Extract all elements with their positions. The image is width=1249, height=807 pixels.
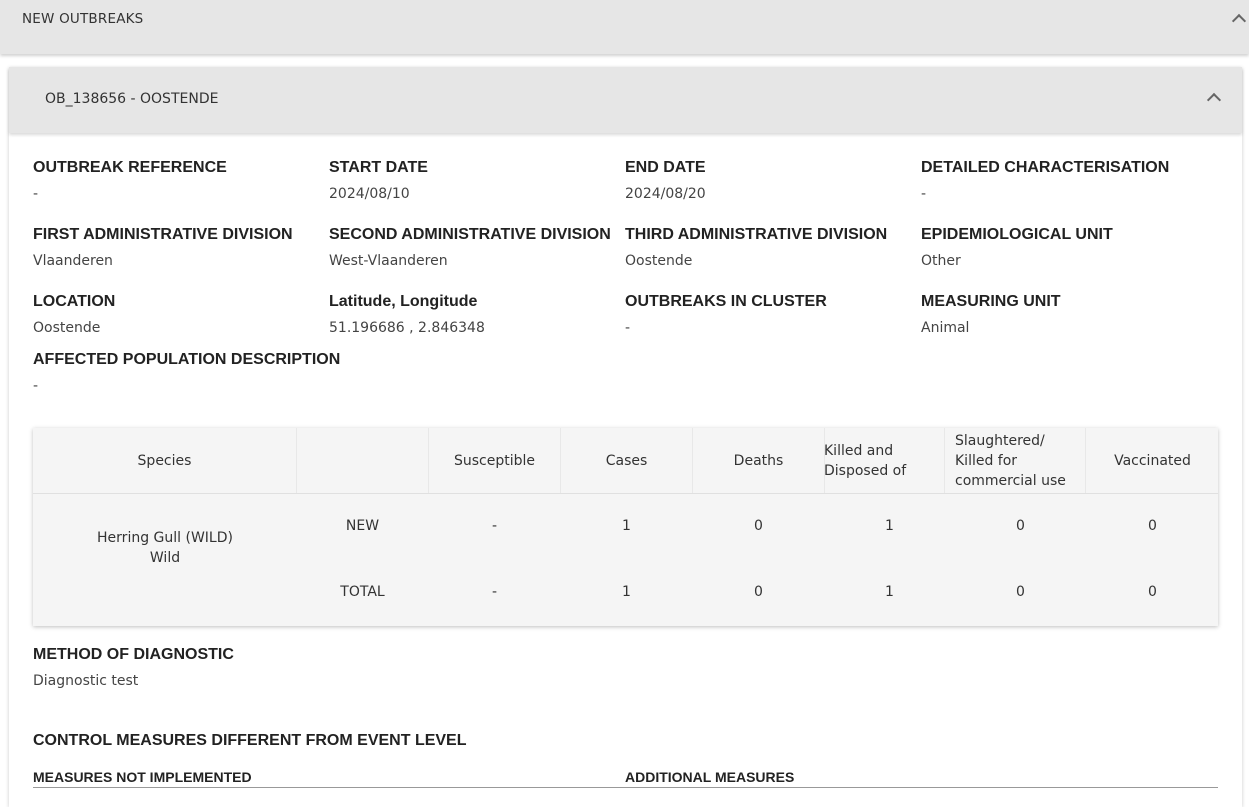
field-value: Vlaanderen [33,253,113,269]
field-first-admin-division: FIRST ADMINISTRATIVE DIVISION Vlaanderen [33,226,323,269]
cell-killed-disposed: 1 [885,584,894,600]
species-table: Species Susceptible Cases Deaths Killed … [33,428,1218,626]
field-label: FIRST ADMINISTRATIVE DIVISION [33,226,293,243]
field-value: Other [921,253,961,269]
field-value: - [33,186,39,202]
chevron-up-icon[interactable] [1231,13,1247,29]
field-label: THIRD ADMINISTRATIVE DIVISION [625,226,888,243]
field-value: - [921,186,927,202]
species-cell: Herring Gull (WILD) Wild [33,528,297,568]
field-label: START DATE [329,159,428,176]
col-cases: Cases [561,428,693,493]
field-start-date: START DATE 2024/08/10 [329,159,619,202]
field-label: END DATE [625,159,706,176]
outbreak-title: OB_138656 - OOSTENDE [45,91,219,107]
field-label: MEASURING UNIT [921,293,1061,310]
field-label: SECOND ADMINISTRATIVE DIVISION [329,226,611,243]
col-row-label [297,428,429,493]
field-value: West-Vlaanderen [329,253,448,269]
field-label: OUTBREAK REFERENCE [33,159,227,176]
field-value: 2024/08/20 [625,186,706,202]
field-value: - [33,378,39,394]
table-header: Species Susceptible Cases Deaths Killed … [33,428,1218,494]
field-label: LOCATION [33,293,116,310]
field-outbreaks-in-cluster: OUTBREAKS IN CLUSTER - [625,293,915,336]
field-label: DETAILED CHARACTERISATION [921,159,1170,176]
field-affected-population: AFFECTED POPULATION DESCRIPTION - [33,351,433,394]
field-location: LOCATION Oostende [33,293,323,336]
control-measures-title: CONTROL MEASURES DIFFERENT FROM EVENT LE… [33,732,467,749]
field-label: AFFECTED POPULATION DESCRIPTION [33,351,341,368]
field-value: - [625,320,631,336]
field-label: EPIDEMIOLOGICAL UNIT [921,226,1113,243]
measures-not-implemented-label: MEASURES NOT IMPLEMENTED [33,769,252,785]
cell-slaughtered: 0 [1016,584,1025,600]
col-susceptible: Susceptible [429,428,561,493]
new-outbreaks-section-header[interactable]: NEW OUTBREAKS [0,0,1249,54]
cell-killed-disposed: 1 [885,518,894,534]
cell-susceptible: - [491,584,498,600]
field-epidemiological-unit: EPIDEMIOLOGICAL UNIT Other [921,226,1211,269]
outbreak-card-header[interactable]: OB_138656 - OOSTENDE [9,67,1242,133]
field-third-admin-division: THIRD ADMINISTRATIVE DIVISION Oostende [625,226,915,269]
row-label-total: TOTAL [340,584,385,600]
col-slaughtered: Slaughtered/ Killed for commercial use [955,428,1086,493]
col-vaccinated: Vaccinated [1114,452,1191,469]
field-outbreak-reference: OUTBREAK REFERENCE - [33,159,323,202]
col-deaths: Deaths [693,428,825,493]
additional-measures-label: ADDITIONAL MEASURES [625,769,795,785]
field-detailed-characterisation: DETAILED CHARACTERISATION - [921,159,1211,202]
cell-susceptible: - [491,518,498,534]
cell-slaughtered: 0 [1016,518,1025,534]
field-label: OUTBREAKS IN CLUSTER [625,293,827,310]
field-label: METHOD OF DIAGNOSTIC [33,646,234,663]
field-method-of-diagnostic: METHOD OF DIAGNOSTIC Diagnostic test [33,646,433,689]
cell-deaths: 0 [754,518,763,534]
cell-cases: 1 [622,584,631,600]
field-value: 51.196686 , 2.846348 [329,320,485,336]
field-label: Latitude, Longitude [329,293,478,310]
field-second-admin-division: SECOND ADMINISTRATIVE DIVISION West-Vlaa… [329,226,619,269]
species-type: Wild [149,550,181,566]
field-value: Animal [921,320,970,336]
species-name: Herring Gull (WILD) [97,530,233,546]
row-label-new: NEW [345,518,380,534]
cell-deaths: 0 [754,584,763,600]
divider [33,787,1218,788]
field-lat-long: Latitude, Longitude 51.196686 , 2.846348 [329,293,619,336]
cell-vaccinated: 0 [1148,584,1157,600]
cell-cases: 1 [622,518,631,534]
section-title: NEW OUTBREAKS [22,11,144,27]
field-value: Oostende [33,320,101,336]
field-value: 2024/08/10 [329,186,410,202]
field-value: Diagnostic test [33,673,139,689]
field-measuring-unit: MEASURING UNIT Animal [921,293,1211,336]
col-killed-disposed: Killed and Disposed of [824,428,945,493]
cell-vaccinated: 0 [1148,518,1157,534]
col-species: Species [33,428,297,493]
chevron-up-icon[interactable] [1206,92,1222,108]
field-end-date: END DATE 2024/08/20 [625,159,915,202]
field-value: Oostende [625,253,693,269]
